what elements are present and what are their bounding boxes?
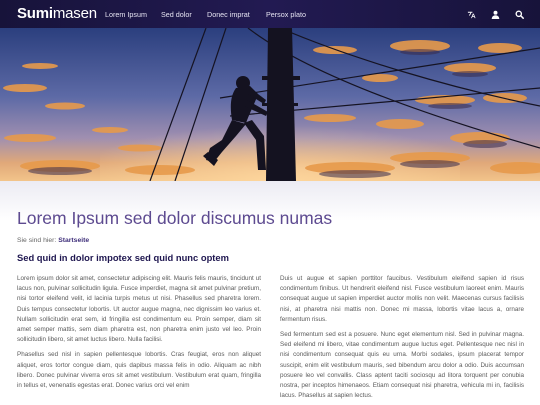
section-subheading: Sed quid in dolor impotex sed quid nunc … — [17, 252, 229, 263]
translate-icon[interactable] — [465, 8, 477, 20]
text-column-right: Duis ut augue et sapien porttitor faucib… — [280, 274, 524, 405]
nav-item-lorem-ipsum[interactable]: Lorem Ipsum — [105, 0, 147, 28]
breadcrumb-link-home[interactable]: Startseite — [58, 237, 89, 244]
logo-bold-text: Sumi — [17, 5, 53, 22]
paragraph: Duis ut augue et sapien porttitor faucib… — [280, 275, 524, 323]
nav-item-sed-dolor[interactable]: Sed dolor — [161, 0, 192, 28]
breadcrumb: Sie sind hier: Startseite — [17, 237, 89, 244]
hero-image — [0, 28, 540, 181]
paragraph: Lorem ipsum dolor sit amet, consectetur … — [17, 275, 261, 344]
search-icon[interactable] — [513, 8, 525, 20]
paragraph: Phasellus sed nisl in sapien pellentesqu… — [17, 351, 261, 390]
text-column-left: Lorem ipsum dolor sit amet, consectetur … — [17, 274, 261, 396]
logo-regular-text: masen — [52, 5, 97, 22]
top-navigation-bar: Sumimasen Lorem Ipsum Sed dolor Donec im… — [0, 0, 540, 28]
paragraph: Sed fermentum sed est a posuere. Nunc eg… — [280, 331, 524, 400]
nav-item-persox-plato[interactable]: Persox plato — [266, 0, 306, 28]
page-title: Lorem Ipsum sed dolor discumus numas — [17, 208, 333, 228]
logo[interactable]: Sumimasen — [17, 5, 97, 22]
nav-item-donec-imprat[interactable]: Donec imprat — [207, 0, 250, 28]
breadcrumb-prefix: Sie sind hier: — [17, 237, 59, 244]
user-icon[interactable] — [489, 8, 501, 20]
